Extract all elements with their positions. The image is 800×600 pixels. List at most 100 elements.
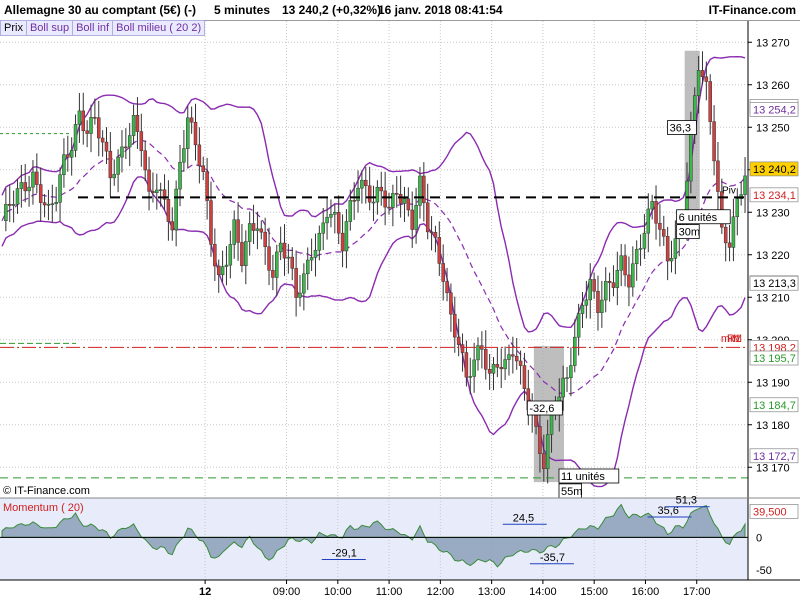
price-label: 13 234,1 <box>753 190 796 202</box>
candle-body <box>576 313 581 338</box>
momentum-annotation: 51,3 <box>676 495 697 507</box>
tab-boll-milieu[interactable]: Boll milieu ( 20 2) <box>113 20 206 36</box>
candle-body <box>263 231 267 248</box>
y-tick-label: 13 170 <box>756 462 790 474</box>
candle-body <box>727 242 732 248</box>
x-tick-label: 11:00 <box>376 586 403 598</box>
candle-body <box>468 376 473 378</box>
candle-body <box>631 263 635 288</box>
x-tick-label: 14:00 <box>529 586 557 598</box>
candle-body <box>418 175 422 206</box>
candle-body <box>364 179 368 187</box>
candle-body <box>42 202 47 206</box>
candle-body <box>484 349 488 370</box>
candle-body <box>135 114 140 132</box>
candle-body <box>282 242 287 259</box>
candle-body <box>414 205 418 230</box>
candle-body <box>143 150 147 171</box>
candle-body <box>623 255 627 276</box>
candle-body <box>147 169 151 192</box>
candle-body <box>216 265 221 276</box>
candle-body <box>174 188 178 231</box>
candle-body <box>387 206 391 209</box>
candle-body <box>588 279 592 301</box>
candle-body <box>538 426 542 454</box>
candle-body <box>93 117 97 119</box>
candle-body <box>247 223 252 242</box>
candle-body <box>689 128 693 182</box>
candle-body <box>336 212 341 234</box>
candle-body <box>429 231 434 234</box>
candle-body <box>433 232 438 238</box>
chart-annotation: 11 unités <box>561 471 605 483</box>
candle-body <box>35 171 39 185</box>
candle-body <box>352 200 356 202</box>
candle-body <box>271 270 275 278</box>
candle-body <box>302 273 306 294</box>
candle-body <box>309 257 314 261</box>
candle-body <box>696 70 701 96</box>
candle-body <box>100 137 105 143</box>
candle-body <box>85 130 89 134</box>
momentum-annotation: -29,1 <box>332 547 357 559</box>
candle-body <box>545 434 550 470</box>
candle-body <box>584 299 589 306</box>
candle-body <box>398 193 403 204</box>
candle-body <box>313 250 318 258</box>
candle-body <box>267 246 271 271</box>
candle-body <box>124 146 128 149</box>
candle-body <box>66 154 70 158</box>
candle-body <box>422 175 426 204</box>
candle-body <box>120 146 124 158</box>
candle-body <box>518 360 523 366</box>
candle-body <box>379 186 384 192</box>
candle-body <box>534 414 538 427</box>
candle-body <box>139 131 144 151</box>
candle-body <box>158 189 163 191</box>
candle-body <box>232 219 236 245</box>
candle-body <box>166 199 171 222</box>
tab-prix[interactable]: Prix <box>0 20 27 36</box>
tab-boll-sup[interactable]: Boll sup <box>26 20 74 36</box>
y-tick-label: 13 180 <box>756 420 790 432</box>
candle-body <box>712 121 716 162</box>
candle-body <box>445 281 449 294</box>
y-tick-label: 13 260 <box>756 80 790 92</box>
candle-body <box>743 175 747 195</box>
candle-body <box>186 117 190 149</box>
candle-body <box>58 174 62 203</box>
chart-annotation: M <box>733 333 742 345</box>
candle-body <box>406 198 411 211</box>
candle-body <box>205 171 209 201</box>
candle-body <box>723 226 728 244</box>
candle-body <box>127 135 132 148</box>
candle-body <box>716 160 720 192</box>
momentum-y-label: 0 <box>756 532 762 544</box>
candle-body <box>700 70 705 78</box>
candle-body <box>38 184 43 203</box>
candle-body <box>348 200 353 222</box>
candle-body <box>449 292 453 315</box>
candle-body <box>15 188 20 205</box>
candle-body <box>731 216 736 248</box>
candle-body <box>573 336 577 366</box>
candle-body <box>81 110 86 132</box>
candle-body <box>507 354 511 360</box>
candle-body <box>251 223 256 231</box>
candle-body <box>569 365 573 378</box>
candle-body <box>607 281 612 283</box>
candle-body <box>499 367 503 370</box>
candle-body <box>596 290 600 313</box>
candle-body <box>62 154 66 175</box>
price-label: 13 195,7 <box>753 353 796 365</box>
price-chart-svg[interactable]: Piv36,36 unités30m-32,611 unités55mmmR1M… <box>0 0 800 600</box>
price-label: 13 172,7 <box>753 451 796 463</box>
candle-body <box>472 359 476 377</box>
candle-body <box>658 222 662 230</box>
tab-boll-inf[interactable]: Boll inf <box>73 20 114 36</box>
momentum-title: Momentum ( 20) <box>3 502 84 514</box>
x-tick-label: 09:00 <box>273 586 301 598</box>
price-label: 13 213,3 <box>753 278 796 290</box>
x-tick-label: 15:00 <box>580 586 608 598</box>
candle-body <box>514 355 519 362</box>
